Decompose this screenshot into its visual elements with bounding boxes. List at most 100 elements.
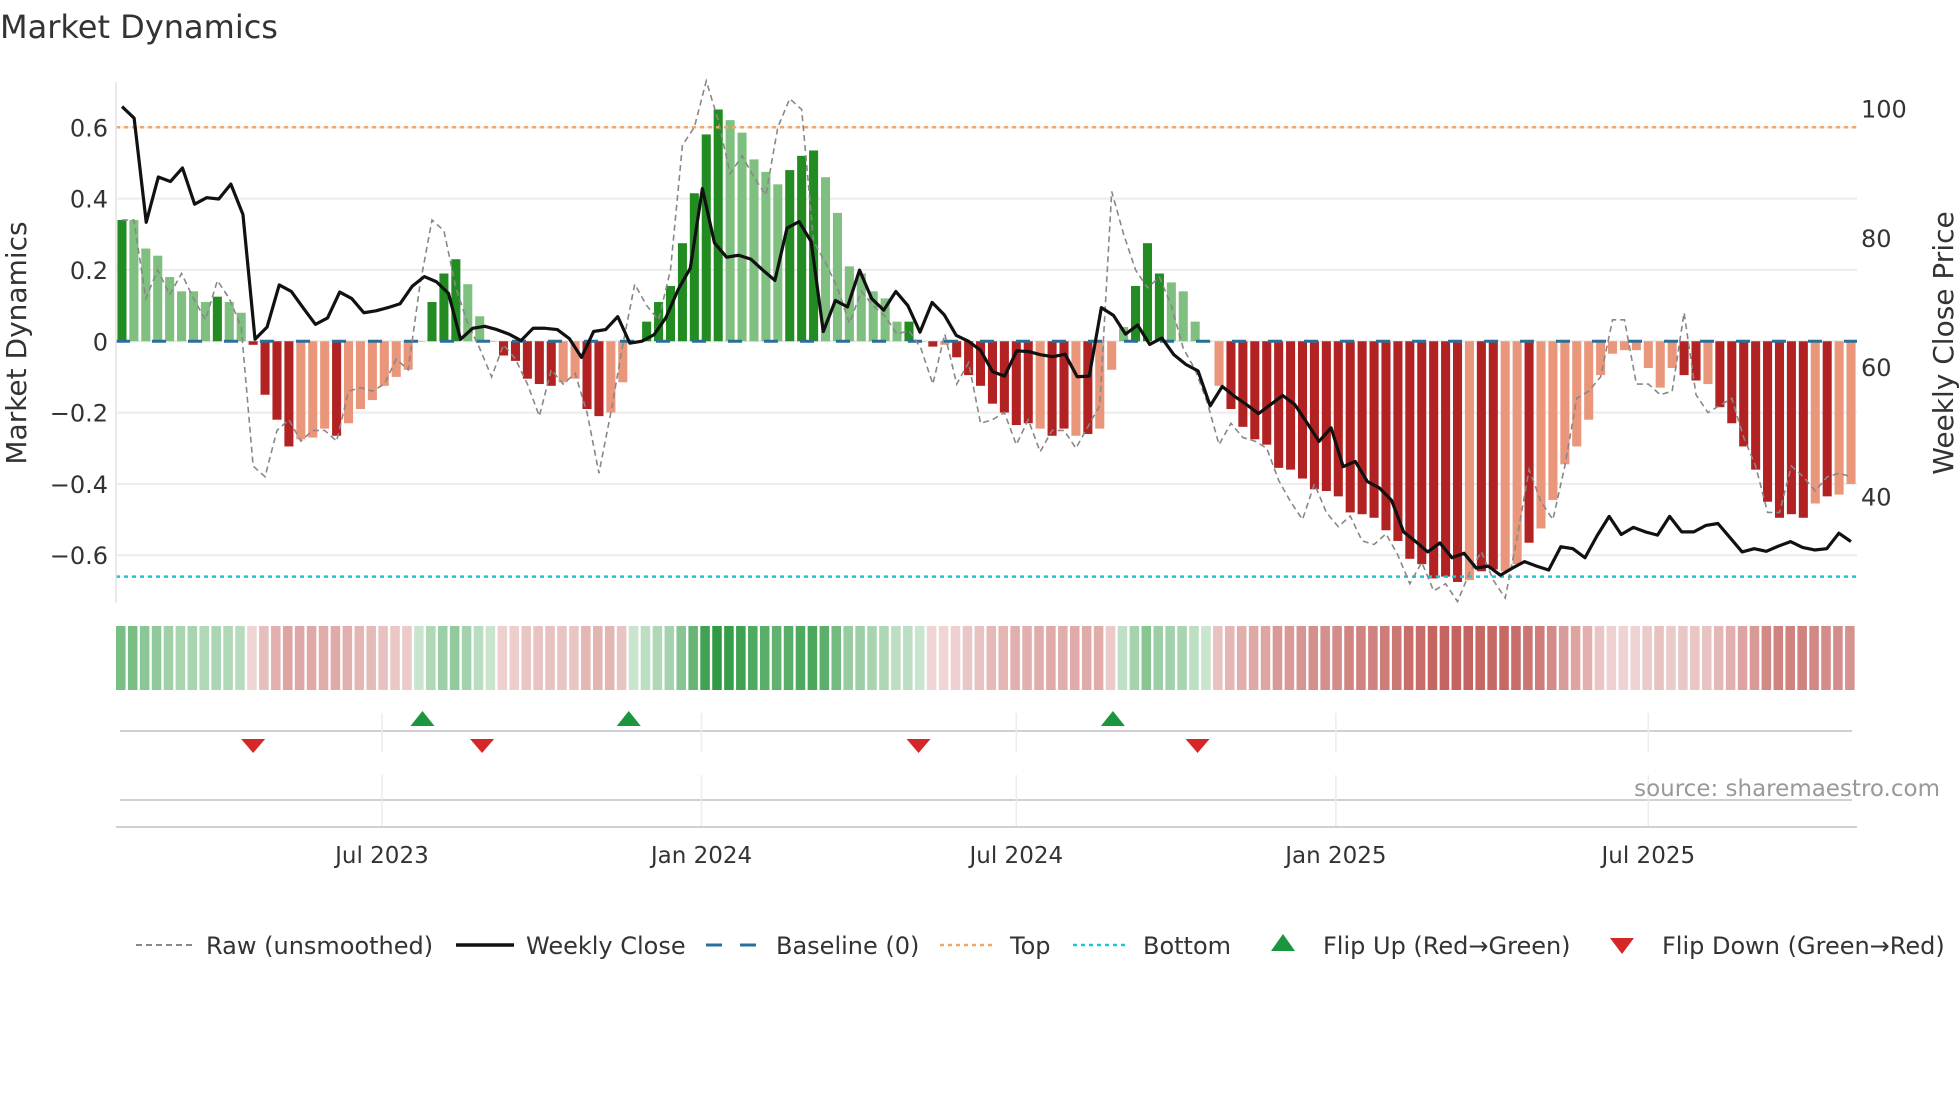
dynamics-bar	[1608, 341, 1618, 354]
dynamics-bar	[832, 212, 842, 342]
regime-strip-cell	[867, 626, 877, 690]
regime-strip-cell	[378, 626, 388, 690]
x-axis: Jul 2023 Jan 2024 Jul 2024 Jan 2025 Jul 2025	[116, 826, 1857, 869]
dynamics-bar	[546, 341, 556, 386]
regime-strip-cell	[294, 626, 305, 690]
legend-label: Raw (unsmoothed)	[206, 932, 433, 960]
regime-strip-cell	[1713, 626, 1724, 690]
regime-strip-cell	[652, 626, 663, 690]
dynamics-bar	[1679, 341, 1689, 376]
regime-strip-cell	[1701, 626, 1712, 690]
dynamics-bar	[1441, 341, 1451, 577]
regime-strip-cell	[1833, 626, 1843, 690]
dynamics-bar	[427, 302, 437, 342]
dynamics-bar	[952, 341, 962, 358]
regime-strip-cell	[831, 626, 842, 690]
x-tick-label: Jul 2025	[1600, 843, 1696, 869]
dynamics-bar	[594, 341, 604, 417]
regime-strip-cell	[1117, 626, 1128, 690]
regime-strip-cell	[1451, 626, 1462, 690]
regime-strip-cell	[986, 626, 997, 690]
regime-strip-cell	[1105, 626, 1116, 690]
regime-strip-cell	[199, 626, 210, 690]
dynamics-bar	[320, 341, 330, 429]
dynamics-bar	[522, 341, 532, 379]
regime-strip-cell	[1272, 626, 1283, 690]
dynamics-bar	[1488, 341, 1498, 570]
dynamics-bar	[797, 155, 807, 342]
regime-strip-cell	[1308, 626, 1319, 690]
flip-down-marker	[241, 739, 266, 753]
dynamics-bar	[1226, 341, 1236, 410]
dynamics-bar	[1810, 341, 1820, 504]
dynamics-bar	[260, 341, 270, 395]
regime-strip-cell	[1177, 626, 1187, 690]
regime-strip-cell	[1845, 626, 1855, 690]
regime-strip-cell	[640, 626, 651, 690]
regime-strip-cell	[1797, 626, 1807, 690]
dynamics-bar	[1548, 341, 1558, 500]
y-tick-label: 0	[93, 328, 108, 356]
regime-strip-cell	[1654, 626, 1664, 690]
regime-strip-cell	[926, 626, 937, 690]
regime-strip-cell	[1022, 626, 1032, 690]
regime-strip-cell	[1248, 626, 1259, 690]
legend-flip-down-icon	[1610, 938, 1634, 954]
regime-strip-cell	[521, 626, 531, 690]
regime-strip-cell	[819, 626, 830, 690]
y-tick-label: 0.4	[70, 186, 108, 214]
regime-strip-cell	[1403, 626, 1414, 690]
dynamics-bar	[1190, 321, 1200, 342]
regime-strip-cell	[330, 626, 341, 690]
regime-strip-cell	[1344, 626, 1354, 690]
regime-strip-cell	[366, 626, 376, 690]
regime-strip-cell	[116, 626, 126, 690]
regime-strip-cell	[1153, 626, 1163, 690]
dynamics-bar	[1429, 341, 1439, 579]
regime-strip-cell	[1582, 626, 1593, 690]
regime-strip-cell	[1069, 626, 1080, 690]
regime-strip-cell	[259, 626, 269, 690]
regime-strip-cell	[569, 626, 579, 690]
regime-strip-cell	[1594, 626, 1605, 690]
x-tick-label: Jul 2024	[968, 843, 1064, 869]
regime-strip-cell	[223, 626, 233, 690]
dynamics-bar	[1345, 341, 1355, 513]
regime-strip-cell	[557, 626, 567, 690]
flip-markers	[120, 711, 1852, 828]
regime-strip-cell	[974, 626, 985, 690]
regime-strip-cell	[1296, 626, 1307, 690]
dynamics-bar	[1715, 341, 1725, 408]
regime-strip-cell	[1189, 626, 1199, 690]
y2-tick-label: 40	[1861, 483, 1892, 511]
dynamics-bar	[1703, 341, 1713, 385]
regime-strip-cell	[604, 626, 615, 690]
regime-strip-cell	[175, 626, 186, 690]
regime-strip-cell	[1618, 626, 1629, 690]
dynamics-bar	[761, 171, 771, 342]
regime-strip-cell	[628, 626, 639, 690]
dynamics-bar	[1095, 341, 1105, 429]
dynamics-bar	[534, 341, 544, 385]
regime-strip-cell	[414, 626, 424, 690]
regime-strip-cell	[914, 626, 925, 690]
regime-strip-cell	[1511, 626, 1521, 690]
regime-strip-cell	[1678, 626, 1688, 690]
regime-strip-cell	[1546, 626, 1557, 690]
regime-strip-cell	[1260, 626, 1271, 690]
x-tick-label: Jan 2024	[649, 843, 752, 869]
regime-strip-cell	[235, 626, 245, 690]
regime-strip-cell	[437, 626, 448, 690]
regime-strip-cell	[1439, 626, 1450, 690]
regime-strip-cell	[1391, 626, 1402, 690]
regime-strip-cell	[1785, 626, 1795, 690]
regime-strip-cell	[1141, 626, 1152, 690]
regime-strip-cell	[1058, 626, 1068, 690]
dynamics-bar	[1262, 341, 1272, 445]
regime-strip-cell	[1821, 626, 1831, 690]
regime-strip-cell	[783, 626, 794, 690]
dynamics-bar	[1369, 341, 1379, 518]
y-tick-label: −0.4	[50, 471, 108, 499]
dynamics-bar	[343, 341, 354, 424]
flip-up-marker	[616, 711, 641, 726]
